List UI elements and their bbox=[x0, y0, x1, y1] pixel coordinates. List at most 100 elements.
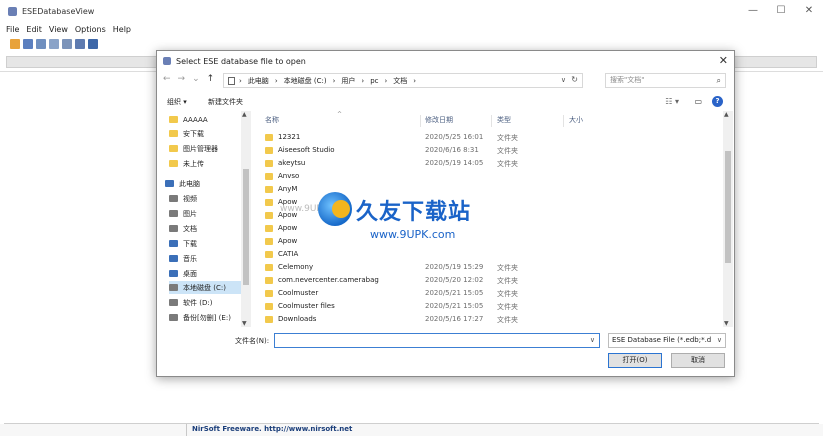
forward-arrow-icon[interactable]: → bbox=[178, 74, 186, 84]
maximize-button[interactable]: ☐ bbox=[767, 0, 795, 22]
chevron-down-icon[interactable]: ∨ bbox=[590, 336, 595, 344]
drive-icon bbox=[169, 299, 178, 306]
breadcrumb-drive[interactable]: 本地磁盘 (C:) bbox=[284, 76, 327, 86]
scroll-thumb[interactable] bbox=[725, 151, 731, 263]
folder-icon bbox=[169, 145, 178, 152]
file-row[interactable]: Celemony 2020/5/19 15:29 文件夹 bbox=[265, 261, 565, 274]
menu-options[interactable]: Options bbox=[75, 25, 106, 34]
nav-item[interactable]: 图片 bbox=[169, 207, 197, 220]
breadcrumb-pc[interactable]: pc bbox=[370, 77, 378, 85]
address-bar[interactable]: › 此电脑 › 本地磁盘 (C:) › 用户 › pc › 文档 › ∨ ↻ bbox=[223, 73, 583, 88]
file-name: Coolmuster bbox=[278, 289, 319, 297]
menu-view[interactable]: View bbox=[49, 25, 68, 34]
menu-help[interactable]: Help bbox=[113, 25, 131, 34]
scroll-thumb[interactable] bbox=[243, 169, 249, 285]
nav-item-selected[interactable]: 本地磁盘 (C:) bbox=[169, 281, 243, 294]
filename-input[interactable]: ∨ bbox=[274, 333, 600, 348]
nav-item[interactable]: 安下载 bbox=[169, 127, 204, 140]
up-arrow-icon[interactable]: ↑ bbox=[207, 74, 215, 84]
column-size[interactable]: 大小 bbox=[569, 115, 583, 125]
nav-item[interactable]: 桌面 bbox=[169, 267, 197, 280]
new-folder-button[interactable]: 新建文件夹 bbox=[208, 97, 243, 107]
chevron-down-icon[interactable]: ∨ bbox=[561, 76, 566, 84]
save-icon[interactable] bbox=[23, 38, 33, 49]
file-row[interactable]: 12321 2020/5/25 16:01 文件夹 bbox=[265, 131, 565, 144]
exit-icon[interactable] bbox=[88, 38, 98, 49]
file-row[interactable]: com.nevercenter.camerabag 2020/5/20 12:02… bbox=[265, 274, 565, 287]
status-separator bbox=[186, 424, 187, 436]
nav-item[interactable]: 此电脑 bbox=[165, 177, 200, 190]
file-row[interactable]: Aiseesoft Studio 2020/6/16 8:31 文件夹 bbox=[265, 144, 565, 157]
menu-edit[interactable]: Edit bbox=[26, 25, 42, 34]
file-date: 2020/5/19 14:05 bbox=[425, 159, 484, 167]
column-date[interactable]: 修改日期 bbox=[425, 115, 453, 125]
breadcrumb-sep: › bbox=[274, 76, 278, 85]
nav-scrollbar[interactable]: ▲ ▼ bbox=[241, 111, 251, 327]
menu-file[interactable]: File bbox=[6, 25, 19, 34]
download-icon bbox=[169, 240, 178, 247]
file-row[interactable]: Coolmuster files 2020/5/21 15:05 文件夹 bbox=[265, 300, 565, 313]
file-row[interactable]: Downloads 2020/5/16 17:27 文件夹 bbox=[265, 313, 565, 326]
copy-icon[interactable] bbox=[49, 38, 59, 49]
drive-icon bbox=[169, 314, 178, 321]
scroll-up-icon[interactable]: ▲ bbox=[724, 111, 729, 118]
nav-item-label: 软件 (D:) bbox=[183, 298, 213, 307]
organize-button[interactable]: 组织 ▾ bbox=[167, 97, 187, 107]
file-row[interactable]: Anvso bbox=[265, 170, 565, 183]
html-icon[interactable] bbox=[36, 38, 46, 49]
nav-item[interactable]: 软件 (D:) bbox=[169, 296, 212, 309]
file-date: 2020/5/19 15:29 bbox=[425, 263, 484, 271]
nav-item[interactable]: 视频 bbox=[169, 192, 197, 205]
dialog-title: Select ESE database file to open bbox=[176, 56, 306, 66]
minimize-button[interactable]: — bbox=[739, 0, 767, 22]
view-options-icon[interactable]: ☷ ▾ bbox=[665, 97, 679, 106]
dialog-close-button[interactable]: ✕ bbox=[719, 54, 728, 67]
status-text[interactable]: NirSoft Freeware. http://www.nirsoft.net bbox=[192, 425, 352, 433]
open-button[interactable]: 打开(O) bbox=[608, 353, 662, 368]
column-separator[interactable] bbox=[420, 115, 421, 127]
open-icon[interactable] bbox=[10, 38, 20, 49]
preview-pane-icon[interactable]: ▭ bbox=[694, 97, 702, 106]
recent-dropdown-icon[interactable]: ⌄ bbox=[192, 74, 200, 84]
properties-icon[interactable] bbox=[62, 38, 72, 49]
file-name: Aiseesoft Studio bbox=[278, 146, 335, 154]
nav-item[interactable]: 图片管理器 bbox=[169, 142, 218, 155]
chevron-down-icon[interactable]: ∨ bbox=[716, 334, 722, 347]
nav-item[interactable]: 未上传 bbox=[169, 157, 204, 170]
scroll-down-icon[interactable]: ▼ bbox=[242, 320, 247, 327]
breadcrumb-this-pc[interactable]: 此电脑 bbox=[248, 76, 269, 86]
column-name[interactable]: 名称 bbox=[265, 115, 279, 125]
column-separator[interactable] bbox=[563, 115, 564, 127]
search-input[interactable]: 搜索"文档" ⌕ bbox=[605, 73, 726, 88]
desktop-icon bbox=[169, 270, 178, 277]
documents-icon bbox=[169, 225, 178, 232]
refresh-icon[interactable]: ↻ bbox=[571, 75, 578, 84]
nav-item-label: 安下载 bbox=[183, 129, 204, 138]
file-date: 2020/5/16 17:27 bbox=[425, 315, 484, 323]
file-row[interactable]: akeytsu 2020/5/19 14:05 文件夹 bbox=[265, 157, 565, 170]
search-icon[interactable]: ⌕ bbox=[717, 74, 721, 87]
nav-item[interactable]: 备份[勿删] (E:) bbox=[169, 311, 231, 324]
nav-item[interactable]: 文档 bbox=[169, 222, 197, 235]
file-scrollbar[interactable]: ▲ ▼ bbox=[723, 111, 733, 327]
nav-item[interactable]: AAAAA bbox=[169, 113, 208, 126]
column-separator[interactable] bbox=[491, 115, 492, 127]
watermark-url: www.9UPK.com bbox=[370, 228, 456, 241]
help-icon[interactable]: ? bbox=[712, 96, 723, 107]
breadcrumb-sep: › bbox=[413, 76, 417, 85]
nav-item[interactable]: 下载 bbox=[169, 237, 197, 250]
folder-icon bbox=[169, 130, 178, 137]
back-arrow-icon[interactable]: ← bbox=[163, 74, 171, 84]
options-icon[interactable] bbox=[75, 38, 85, 49]
breadcrumb-documents[interactable]: 文档 bbox=[393, 76, 407, 86]
cancel-button[interactable]: 取消 bbox=[671, 353, 725, 368]
column-type[interactable]: 类型 bbox=[497, 115, 511, 125]
file-row[interactable]: Coolmuster 2020/5/21 15:05 文件夹 bbox=[265, 287, 565, 300]
breadcrumb-sep: › bbox=[332, 76, 336, 85]
file-type-filter[interactable]: ESE Database File (*.edb;*.d ∨ bbox=[608, 333, 726, 348]
nav-item[interactable]: 音乐 bbox=[169, 252, 197, 265]
scroll-up-icon[interactable]: ▲ bbox=[242, 111, 247, 118]
scroll-down-icon[interactable]: ▼ bbox=[724, 320, 729, 327]
close-button[interactable]: ✕ bbox=[795, 0, 823, 22]
breadcrumb-users[interactable]: 用户 bbox=[341, 76, 355, 86]
